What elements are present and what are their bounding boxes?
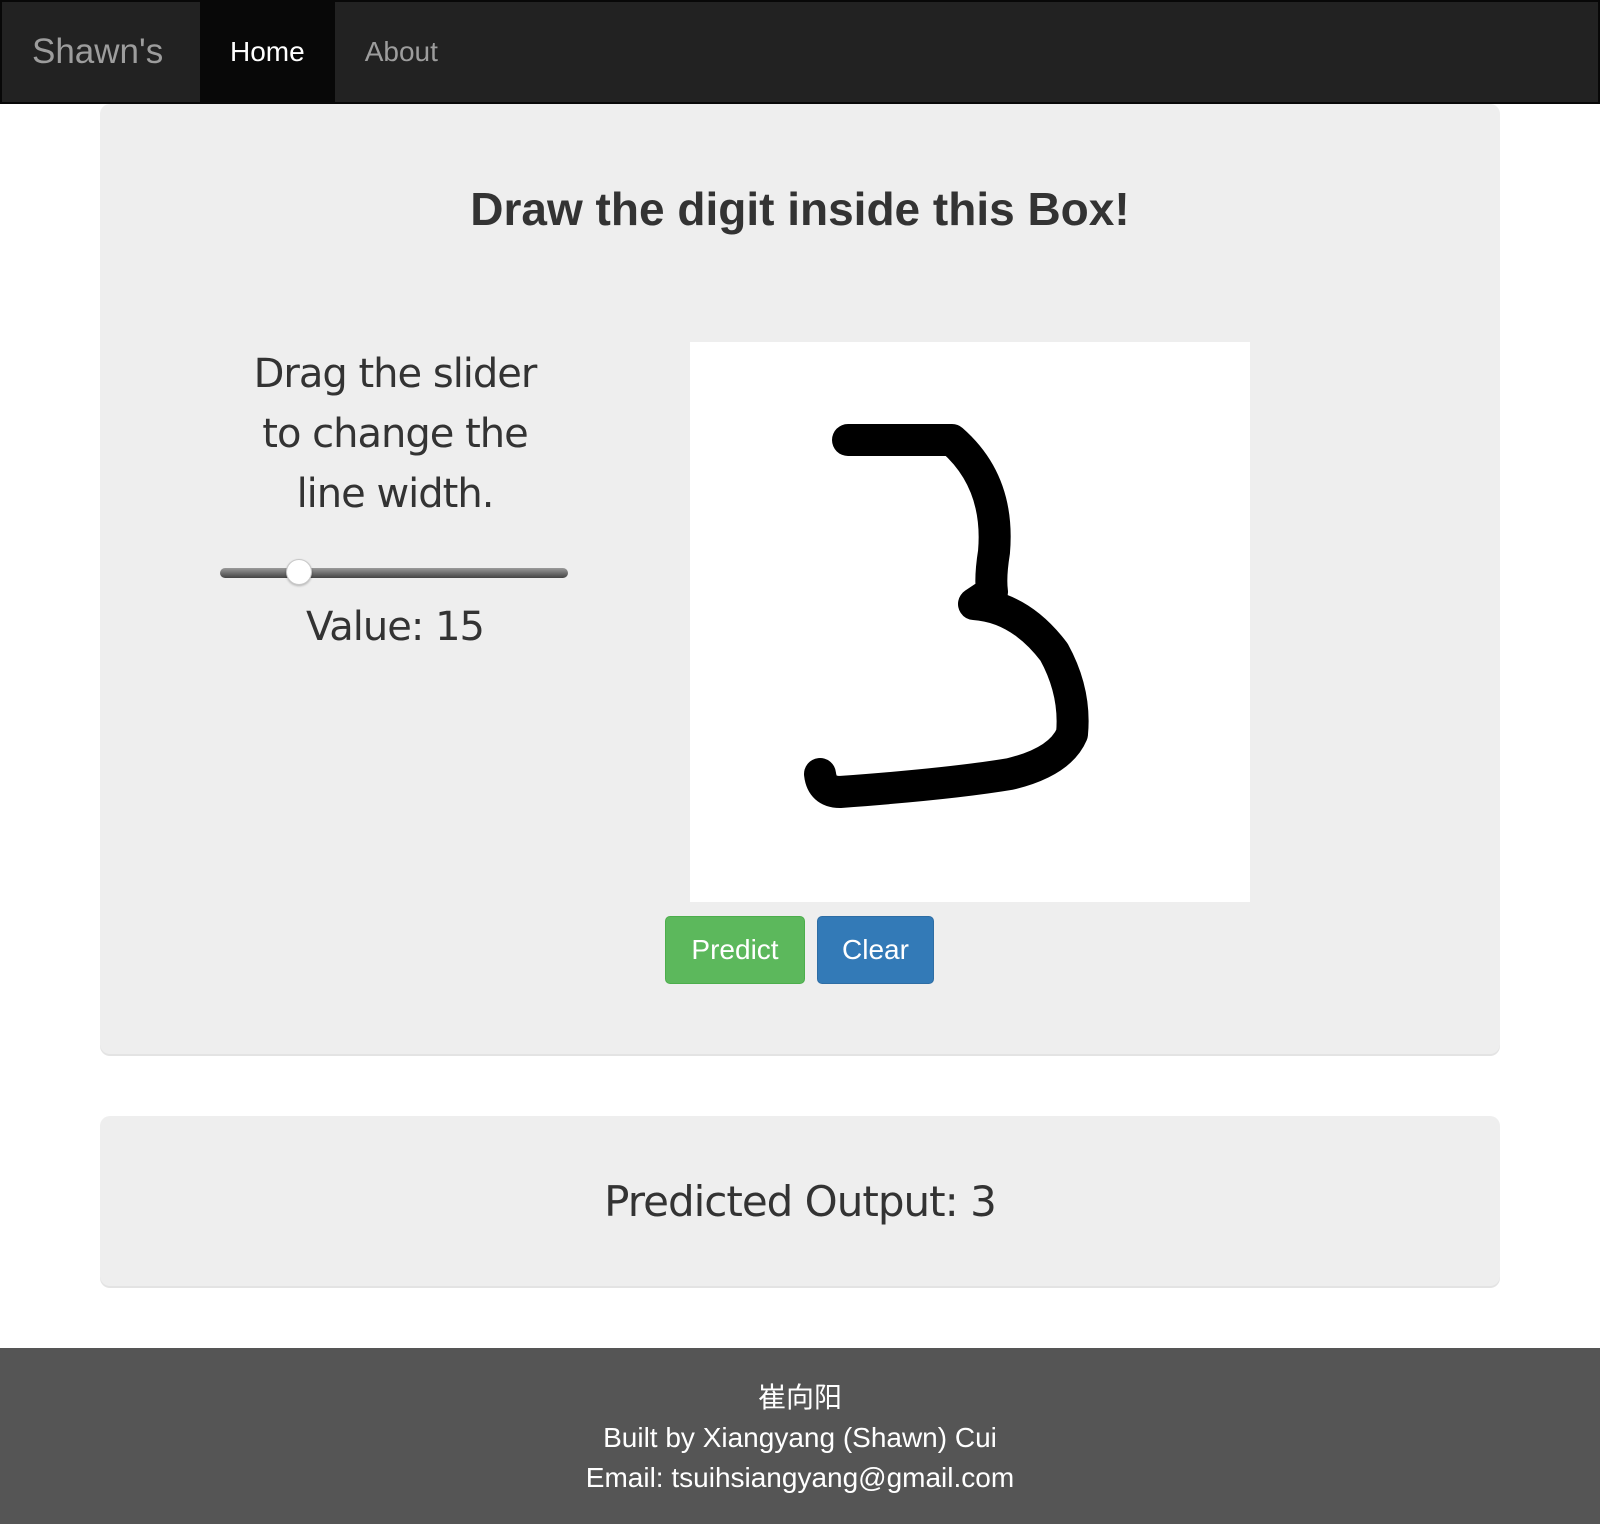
drawing-panel: Draw the digit inside this Box! Drag the… xyxy=(100,104,1500,1054)
predict-button[interactable]: Predict xyxy=(665,916,805,984)
footer: 崔向阳 Built by Xiangyang (Shawn) Cui Email… xyxy=(0,1348,1600,1524)
footer-author-chinese: 崔向阳 xyxy=(757,1382,842,1413)
footer-built-by: Built by Xiangyang (Shawn) Cui xyxy=(603,1422,997,1453)
line-width-slider[interactable] xyxy=(220,558,568,588)
drawing-canvas[interactable] xyxy=(690,342,1250,902)
brand-link[interactable]: Shawn's xyxy=(2,2,200,102)
clear-button[interactable]: Clear xyxy=(817,916,934,984)
nav-home[interactable]: Home xyxy=(200,2,335,102)
drawn-digit-stroke xyxy=(804,424,1089,808)
line-width-control: Drag the slider to change the line width… xyxy=(220,344,568,650)
navbar: Shawn's Home About xyxy=(0,0,1600,104)
slider-instruction: Drag the slider to change the line width… xyxy=(253,351,538,517)
nav-about[interactable]: About xyxy=(335,2,468,102)
result-panel: Predicted Output: 3 xyxy=(100,1116,1500,1286)
slider-track[interactable] xyxy=(220,568,568,578)
slider-value-label: Value: 15 xyxy=(306,604,485,650)
slider-handle[interactable] xyxy=(286,559,312,585)
predicted-output: Predicted Output: 3 xyxy=(604,1176,997,1226)
footer-email: Email: tsuihsiangyang@gmail.com xyxy=(585,1462,1015,1493)
page-title: Draw the digit inside this Box! xyxy=(470,183,1130,235)
